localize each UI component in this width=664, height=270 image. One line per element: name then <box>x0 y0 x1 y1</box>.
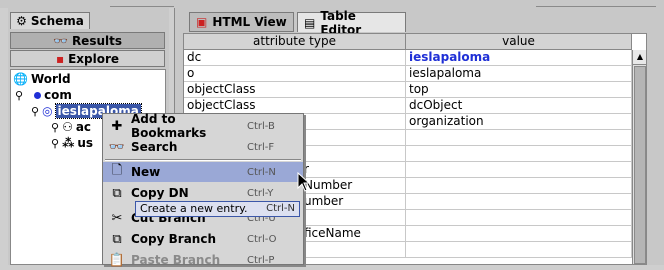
value-cell[interactable] <box>406 242 632 257</box>
menu-item-copy-dn[interactable]: ⧉ Copy DN Ctrl-Y <box>103 183 303 203</box>
top-toolbar-edge <box>0 0 664 8</box>
expand-key-icon[interactable]: ⚲ <box>15 89 23 102</box>
binoculars-icon: 👓 <box>108 139 126 155</box>
value-cell[interactable]: dcObject <box>406 98 632 113</box>
value-cell[interactable]: ieslapaloma <box>406 50 632 65</box>
group-icon: ⁂ <box>62 136 75 150</box>
value-cell[interactable] <box>406 130 632 145</box>
scroll-up-arrow-icon[interactable]: ▲ <box>633 50 646 65</box>
menu-item-search[interactable]: 👓 Search Ctrl-F <box>103 137 303 157</box>
value-cell[interactable] <box>406 146 632 161</box>
value-cell[interactable]: organization <box>406 114 632 129</box>
value-cell[interactable] <box>406 178 632 193</box>
new-document-icon: 🗋 <box>111 163 123 178</box>
tab-table-editor[interactable]: ▤ Table Editor <box>297 9 406 37</box>
table-row[interactable]: dc ieslapaloma <box>184 50 632 66</box>
menu-item-shortcut: Ctrl-O <box>247 233 277 245</box>
paste-icon: 📋 <box>108 252 126 268</box>
tooltip: Create a new entry. Ctrl-N <box>135 201 300 217</box>
mouse-cursor-icon <box>297 172 311 192</box>
html-view-icon: ▣ <box>196 15 208 29</box>
tab-html-view[interactable]: ▣ HTML View <box>189 12 294 32</box>
tab-schema-label: Schema <box>30 14 84 28</box>
menu-item-label: Copy Branch <box>131 232 217 246</box>
tree-node-world[interactable]: 🌐 World <box>13 72 71 86</box>
column-header-attribute[interactable]: attribute type <box>184 34 406 50</box>
copy-icon: ⧉ <box>112 231 122 247</box>
menu-item-shortcut: Ctrl-B <box>247 120 275 132</box>
menu-item-paste-branch[interactable]: 📋 Paste Branch Ctrl-P <box>103 250 303 270</box>
menu-separator <box>105 159 301 161</box>
expand-key-icon[interactable]: ⚲ <box>51 121 59 134</box>
tree-node-child[interactable]: ⚲ ⁂ us <box>51 136 93 150</box>
globe-icon: 🌐 <box>13 72 28 86</box>
menu-item-label: Copy DN <box>131 186 189 200</box>
value-cell[interactable]: ieslapaloma <box>406 66 632 81</box>
attribute-type-cell[interactable]: o <box>184 66 406 81</box>
expand-key-icon[interactable]: ⚲ <box>51 137 59 150</box>
menu-item-shortcut: Ctrl-Y <box>247 187 274 199</box>
expand-key-icon[interactable]: ⚲ <box>31 105 39 118</box>
document-icon: ▤ <box>304 15 316 30</box>
tab-results-label: Results <box>71 33 122 48</box>
attribute-type-cell[interactable]: objectClass <box>184 98 406 113</box>
toolbar-segment <box>536 0 656 7</box>
menu-item-label: New <box>131 165 161 179</box>
menu-item-copy-branch[interactable]: ⧉ Copy Branch Ctrl-O <box>103 229 303 249</box>
menu-item-label: Search <box>131 140 178 154</box>
domain-dot-icon <box>34 91 42 99</box>
menu-item-label: Add to Bookmarks <box>131 112 207 140</box>
value-cell[interactable] <box>406 162 632 177</box>
attribute-type-cell[interactable]: dc <box>184 50 406 65</box>
tab-html-view-label: HTML View <box>212 15 287 29</box>
tree-node-label: com <box>44 88 72 102</box>
people-icon: ⚇ <box>62 120 73 134</box>
column-header-value[interactable]: value <box>406 34 632 50</box>
menu-item-shortcut: Ctrl-F <box>247 141 275 153</box>
tab-results[interactable]: 👓 Results <box>10 32 165 49</box>
binoculars-icon: 👓 <box>52 33 68 48</box>
toolbar-segment <box>110 0 174 7</box>
table-row[interactable]: objectClass top <box>184 82 632 98</box>
scissors-icon: ✂ <box>111 210 123 226</box>
menu-item-add-to-bookmarks[interactable]: ✚ Add to Bookmarks Ctrl-B <box>103 112 303 140</box>
attribute-type-cell[interactable]: objectClass <box>184 82 406 97</box>
tab-explore-label: Explore <box>68 51 120 66</box>
copy-icon: ⧉ <box>112 185 122 201</box>
tooltip-shortcut: Ctrl-N <box>266 203 295 214</box>
tree-icon: ▪ <box>55 51 65 66</box>
vertical-scrollbar[interactable]: ▲ <box>632 50 646 264</box>
schema-icon: ⚙ <box>16 14 27 28</box>
plus-icon: ✚ <box>111 118 123 134</box>
table-row[interactable]: o ieslapaloma <box>184 66 632 82</box>
organization-icon: ◎ <box>42 104 53 118</box>
menu-item-shortcut: Ctrl-N <box>247 166 276 178</box>
value-cell[interactable]: top <box>406 82 632 97</box>
menu-item-new[interactable]: 🗋 New Ctrl-N <box>103 162 303 182</box>
scrollbar-thumb[interactable] <box>634 66 646 264</box>
tree-node-com[interactable]: ⚲ com <box>15 88 72 102</box>
value-cell[interactable] <box>406 226 632 241</box>
value-cell[interactable] <box>406 194 632 209</box>
tree-node-child[interactable]: ⚲ ⚇ ac <box>51 120 91 134</box>
tab-schema[interactable]: ⚙ Schema <box>10 12 90 29</box>
tree-node-label: us <box>77 136 94 150</box>
tab-explore[interactable]: ▪ Explore <box>10 50 165 67</box>
table-row[interactable]: objectClass dcObject <box>184 98 632 114</box>
context-menu: ✚ Add to Bookmarks Ctrl-B 👓 Search Ctrl-… <box>102 112 304 268</box>
menu-item-shortcut: Ctrl-P <box>247 254 275 266</box>
tree-node-label: World <box>30 72 71 86</box>
value-cell[interactable] <box>406 210 632 225</box>
tree-node-label: ac <box>75 120 92 134</box>
tooltip-text: Create a new entry. <box>140 202 248 215</box>
